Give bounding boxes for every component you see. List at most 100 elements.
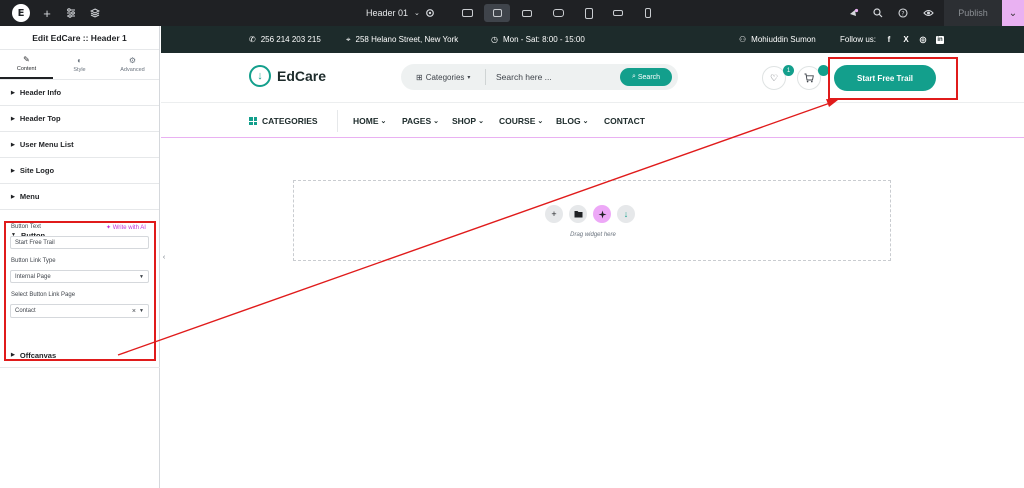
tablet-landscape-icon[interactable] bbox=[545, 4, 571, 22]
section-header-info[interactable]: ▶ Header Info bbox=[0, 80, 159, 106]
caret-right-icon: ▶ bbox=[11, 115, 15, 122]
tab-advanced-label: Advanced bbox=[120, 67, 145, 73]
section-site-logo[interactable]: ▶ Site Logo bbox=[0, 158, 159, 184]
nav-item-home[interactable]: HOME ⌄ bbox=[353, 104, 386, 138]
search-icon: ⌕ bbox=[631, 73, 636, 80]
laptop-device-icon[interactable] bbox=[514, 4, 540, 22]
panel-tabs: ✎ Content ◐ Style ⚙ Advanced bbox=[0, 50, 159, 80]
caret-right-icon: ▶ bbox=[11, 89, 15, 96]
nav-item-shop[interactable]: SHOP ⌄ bbox=[452, 104, 484, 138]
document-title-label: Header 01 bbox=[366, 8, 409, 18]
half-circle-icon: ◐ bbox=[77, 56, 82, 65]
nav-item-contact[interactable]: CONTACT bbox=[604, 104, 645, 138]
address-text: 258 Helano Street, New York bbox=[355, 35, 459, 44]
highlight-box-cta-button bbox=[828, 57, 958, 100]
nav-item-blog[interactable]: BLOG ⌄ bbox=[556, 104, 588, 138]
phone-info: ✆ 256 214 203 215 bbox=[249, 26, 321, 53]
search-category-select[interactable]: ⊞ Categories ▾ bbox=[416, 64, 470, 90]
x-twitter-icon[interactable]: X bbox=[902, 35, 910, 44]
desktop-device-icon[interactable] bbox=[484, 4, 510, 22]
user-icon: ⚇ bbox=[739, 35, 747, 44]
site-logo-text: EdCare bbox=[277, 68, 327, 84]
mobile-landscape-icon[interactable] bbox=[605, 4, 631, 22]
chevron-down-icon: ⌄ bbox=[414, 10, 420, 17]
search-icon[interactable] bbox=[871, 0, 885, 26]
categories-menu-button[interactable]: CATEGORIES bbox=[249, 104, 318, 138]
template-library-folder-icon[interactable] bbox=[569, 205, 587, 223]
site-logo[interactable]: ↓ EdCare bbox=[249, 65, 326, 87]
section-user-menu-list[interactable]: ▶ User Menu List bbox=[0, 132, 159, 158]
user-info: ⚇ Mohiuddin Sumon bbox=[739, 26, 816, 53]
preview-eye-icon[interactable] bbox=[921, 0, 935, 26]
divider bbox=[485, 69, 486, 85]
search-button[interactable]: ⌕ Search bbox=[620, 68, 672, 86]
svg-text:?: ? bbox=[901, 11, 904, 18]
tab-style-label: Style bbox=[73, 67, 86, 73]
nav-label: CONTACT bbox=[604, 116, 645, 126]
pencil-icon: ✎ bbox=[23, 55, 30, 64]
nav-item-pages[interactable]: PAGES ⌄ bbox=[402, 104, 439, 138]
tablet-portrait-icon[interactable] bbox=[576, 4, 602, 22]
chevron-down-icon: ⌄ bbox=[380, 118, 387, 125]
grid-icon bbox=[249, 117, 257, 125]
site-info-bar: ✆ 256 214 203 215 ⌖ 258 Helano Street, New… bbox=[161, 26, 1024, 53]
user-name: Mohiuddin Sumon bbox=[751, 35, 816, 44]
search-button-label: Search bbox=[637, 73, 661, 81]
desktop-device-icon[interactable] bbox=[454, 4, 480, 22]
publish-options-chevron-icon[interactable]: ⌄ bbox=[1002, 0, 1024, 26]
empty-drop-zone[interactable]: + ↓ Drag widget here bbox=[293, 180, 891, 261]
section-header-top[interactable]: ▶ Header Top bbox=[0, 106, 159, 132]
follow-us: Follow us: f X ◎ in bbox=[840, 26, 945, 53]
search-bar: ⊞ Categories ▾ Search here ... ⌕ Search bbox=[401, 64, 678, 90]
follow-us-label: Follow us: bbox=[840, 35, 877, 44]
drag-widget-hint: Drag widget here bbox=[570, 232, 616, 238]
heart-icon: ♡ bbox=[769, 72, 779, 83]
add-section-plus-icon[interactable]: + bbox=[545, 205, 563, 223]
facebook-icon[interactable]: f bbox=[885, 35, 893, 44]
cart-icon bbox=[804, 73, 814, 83]
caret-right-icon: ▶ bbox=[11, 193, 15, 200]
site-settings-icon[interactable] bbox=[64, 0, 78, 26]
document-settings-gear-icon[interactable] bbox=[423, 0, 437, 26]
nav-label: SHOP bbox=[452, 116, 477, 126]
section-menu[interactable]: ▶ Menu bbox=[0, 184, 159, 210]
nav-item-course[interactable]: COURSE ⌄ bbox=[499, 104, 543, 138]
phone-icon: ✆ bbox=[249, 35, 256, 44]
publish-button[interactable]: Publish bbox=[944, 0, 1002, 26]
editor-top-bar: E + Header 01 ⌄ ? Publish ⌄ bbox=[0, 0, 1024, 26]
add-element-icon[interactable]: + bbox=[40, 0, 54, 26]
tab-content[interactable]: ✎ Content bbox=[0, 50, 53, 79]
edcare-widgets-icon[interactable]: ↓ bbox=[617, 205, 635, 223]
nav-label: HOME bbox=[353, 116, 379, 126]
divider bbox=[337, 110, 338, 132]
clock-icon: ◷ bbox=[491, 35, 498, 44]
nav-label: PAGES bbox=[402, 116, 432, 126]
linkedin-icon[interactable]: in bbox=[936, 35, 945, 44]
structure-layers-icon[interactable] bbox=[88, 0, 102, 26]
section-label: Header Info bbox=[19, 88, 62, 97]
nav-label: COURSE bbox=[499, 116, 536, 126]
grid-icon: ⊞ bbox=[416, 72, 423, 82]
ai-sparkle-icon[interactable] bbox=[593, 205, 611, 223]
help-icon[interactable]: ? bbox=[896, 0, 910, 26]
highlight-box-button-settings bbox=[4, 221, 156, 361]
elementor-logo-icon[interactable]: E bbox=[12, 4, 30, 22]
chevron-down-icon: ⌄ bbox=[582, 118, 589, 125]
site-navigation: CATEGORIES HOME ⌄ PAGES ⌄ SHOP ⌄ COURSE ⌄ BL… bbox=[161, 104, 1024, 138]
chevron-down-icon: ⌄ bbox=[433, 118, 440, 125]
location-pin-icon: ⌖ bbox=[346, 34, 351, 44]
search-input[interactable]: Search here ... bbox=[496, 64, 552, 90]
hours-info: ◷ Mon - Sat: 8:00 - 15:00 bbox=[491, 26, 585, 53]
phone-text: 256 214 203 215 bbox=[260, 35, 321, 44]
instagram-icon[interactable]: ◎ bbox=[919, 35, 927, 44]
section-label: Header Top bbox=[19, 114, 61, 123]
collapse-panel-chevron-icon[interactable]: ‹ bbox=[160, 248, 168, 266]
notifications-icon[interactable] bbox=[846, 0, 860, 26]
mobile-portrait-icon[interactable] bbox=[635, 4, 661, 22]
tab-style[interactable]: ◐ Style bbox=[53, 50, 106, 79]
section-label: Menu bbox=[19, 192, 40, 201]
section-label: Site Logo bbox=[19, 166, 55, 175]
document-title[interactable]: Header 01 ⌄ bbox=[366, 0, 420, 26]
categories-label: CATEGORIES bbox=[262, 116, 318, 126]
tab-advanced[interactable]: ⚙ Advanced bbox=[106, 50, 159, 79]
